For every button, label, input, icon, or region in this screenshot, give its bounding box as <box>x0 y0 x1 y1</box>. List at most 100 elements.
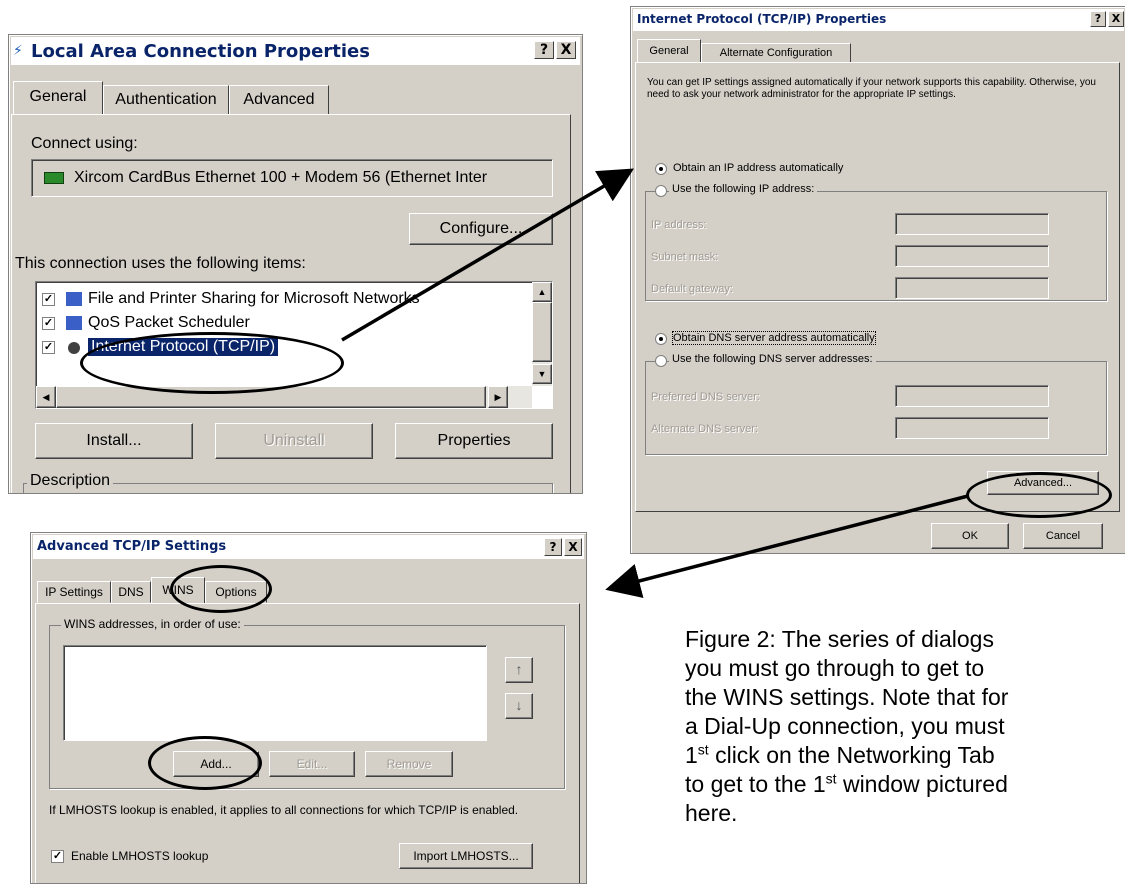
dialog-title: Advanced TCP/IP Settings <box>37 539 227 554</box>
close-button[interactable]: X <box>556 41 576 59</box>
dialog-title: Local Area Connection Properties <box>31 41 370 62</box>
highlight-circle-tcpip <box>80 332 344 394</box>
move-down-button[interactable]: ↓ <box>505 693 533 719</box>
local-area-connection-dialog: ⚡ Local Area Connection Properties ? X G… <box>8 34 583 494</box>
remove-button[interactable]: Remove <box>365 751 453 777</box>
configure-button[interactable]: Configure... <box>409 213 553 245</box>
properties-button[interactable]: Properties <box>395 423 553 459</box>
network-icon: ⚡ <box>13 43 23 59</box>
move-up-button[interactable]: ↑ <box>505 657 533 683</box>
import-lmhosts-label: Import LMHOSTS... <box>413 849 519 863</box>
scroll-thumb[interactable] <box>532 302 552 362</box>
alternate-dns-field[interactable] <box>895 417 1049 439</box>
caption-sup: st <box>825 770 837 787</box>
use-dns-label[interactable]: Use the following DNS server addresses: <box>669 353 876 365</box>
ip-address-label: IP address: <box>651 219 707 231</box>
caption-text: 1 <box>685 742 698 768</box>
item-label: File and Printer Sharing for Microsoft N… <box>88 290 420 307</box>
caption-line: Figure 2: The series of dialogs <box>685 626 994 652</box>
cancel-button[interactable]: Cancel <box>1023 523 1103 549</box>
caption-line: here. <box>685 800 738 826</box>
caption-text: to get to the 1 <box>685 771 826 797</box>
obtain-dns-label[interactable]: Obtain DNS server address automatically <box>672 331 876 345</box>
caption-line: to get to the 1st window pictured <box>685 770 1125 799</box>
use-ip-label[interactable]: Use the following IP address: <box>669 183 818 195</box>
arrow-down-icon: ↓ <box>515 697 523 713</box>
edit-label: Edit... <box>296 757 328 771</box>
use-ip-radio[interactable] <box>655 185 667 197</box>
tab-alternate-configuration[interactable]: Alternate Configuration <box>701 43 851 63</box>
close-button[interactable]: X <box>564 538 582 556</box>
install-button[interactable]: Install... <box>35 423 193 459</box>
caption-line: the WINS settings. Note that for <box>685 684 1009 710</box>
use-dns-radio[interactable] <box>655 355 667 367</box>
tab-general[interactable]: General <box>13 81 103 115</box>
cancel-label: Cancel <box>1045 530 1081 542</box>
scheduler-icon <box>66 316 82 330</box>
dialog-title: Internet Protocol (TCP/IP) Properties <box>637 12 887 26</box>
help-button[interactable]: ? <box>534 41 554 59</box>
ok-button[interactable]: OK <box>931 523 1009 549</box>
enable-lmhosts-checkbox[interactable]: ✓ <box>51 850 64 863</box>
tab-dns[interactable]: DNS <box>111 581 151 603</box>
list-item[interactable]: ✓ File and Printer Sharing for Microsoft… <box>42 290 502 310</box>
scroll-down-button[interactable]: ▼ <box>532 364 552 384</box>
item-label: QoS Packet Scheduler <box>88 314 250 331</box>
obtain-dns-radio[interactable] <box>655 333 667 345</box>
scroll-up-button[interactable]: ▲ <box>532 282 552 302</box>
alternate-dns-label: Alternate DNS server: <box>651 423 758 435</box>
wins-group-label: WINS addresses, in order of use: <box>61 617 244 631</box>
title-bar: Advanced TCP/IP Settings ? X <box>33 535 584 559</box>
adapter-name: Xircom CardBus Ethernet 100 + Modem 56 (… <box>74 169 488 186</box>
figure-caption: Figure 2: The series of dialogs you must… <box>685 625 1125 828</box>
tab-advanced[interactable]: Advanced <box>229 85 329 115</box>
tab-general[interactable]: General <box>637 39 701 63</box>
edit-button[interactable]: Edit... <box>269 751 355 777</box>
install-label: Install... <box>86 432 142 449</box>
items-label: This connection uses the following items… <box>15 255 306 272</box>
import-lmhosts-button[interactable]: Import LMHOSTS... <box>399 843 533 869</box>
caption-line: 1st click on the Networking Tab <box>685 741 1125 770</box>
tab-authentication[interactable]: Authentication <box>103 85 229 115</box>
horizontal-scrollbar[interactable]: ◀ ▶ <box>36 386 532 408</box>
highlight-circle-add <box>148 736 262 790</box>
caption-line: you must go through to get to <box>685 655 985 681</box>
lmhosts-note: If LMHOSTS lookup is enabled, it applies… <box>49 803 519 817</box>
checkbox[interactable]: ✓ <box>42 341 55 354</box>
obtain-ip-radio[interactable] <box>655 163 667 175</box>
wins-address-list[interactable] <box>63 645 487 741</box>
network-share-icon <box>66 292 82 306</box>
subnet-mask-label: Subnet mask: <box>651 251 719 263</box>
connect-using-label: Connect using: <box>31 135 138 152</box>
tab-ip-settings[interactable]: IP Settings <box>37 581 111 603</box>
enable-lmhosts-label[interactable]: Enable LMHOSTS lookup <box>71 849 208 863</box>
properties-label: Properties <box>437 432 511 449</box>
highlight-circle-advanced <box>966 472 1112 518</box>
adapter-box: Xircom CardBus Ethernet 100 + Modem 56 (… <box>31 159 553 197</box>
vertical-scrollbar[interactable]: ▲ ▼ <box>532 282 552 386</box>
scroll-right-button[interactable]: ▶ <box>488 386 508 408</box>
help-button[interactable]: ? <box>1090 11 1106 27</box>
intro-text: You can get IP settings assigned automat… <box>647 77 1096 100</box>
scroll-left-button[interactable]: ◀ <box>36 386 56 408</box>
preferred-dns-field[interactable] <box>895 385 1049 407</box>
help-button[interactable]: ? <box>544 538 562 556</box>
caption-sup: st <box>697 741 709 758</box>
title-bar: ⚡ Local Area Connection Properties ? X <box>11 37 580 65</box>
list-item[interactable]: ✓ QoS Packet Scheduler <box>42 314 502 334</box>
title-bar: Internet Protocol (TCP/IP) Properties ? … <box>633 9 1124 31</box>
uninstall-button[interactable]: Uninstall <box>215 423 373 459</box>
obtain-ip-label[interactable]: Obtain an IP address automatically <box>673 162 843 174</box>
arrow-up-icon: ↑ <box>515 661 523 677</box>
ip-address-field[interactable] <box>895 213 1049 235</box>
preferred-dns-label: Preferred DNS server: <box>651 391 760 403</box>
advanced-tcpip-dialog: Advanced TCP/IP Settings ? X IP Settings… <box>30 532 587 884</box>
subnet-mask-field[interactable] <box>895 245 1049 267</box>
default-gateway-label: Default gateway: <box>651 283 733 295</box>
dns-group <box>645 361 1107 455</box>
checkbox[interactable]: ✓ <box>42 317 55 330</box>
close-button[interactable]: X <box>1108 11 1124 27</box>
caption-text: window pictured <box>836 771 1008 797</box>
default-gateway-field[interactable] <box>895 277 1049 299</box>
checkbox[interactable]: ✓ <box>42 293 55 306</box>
